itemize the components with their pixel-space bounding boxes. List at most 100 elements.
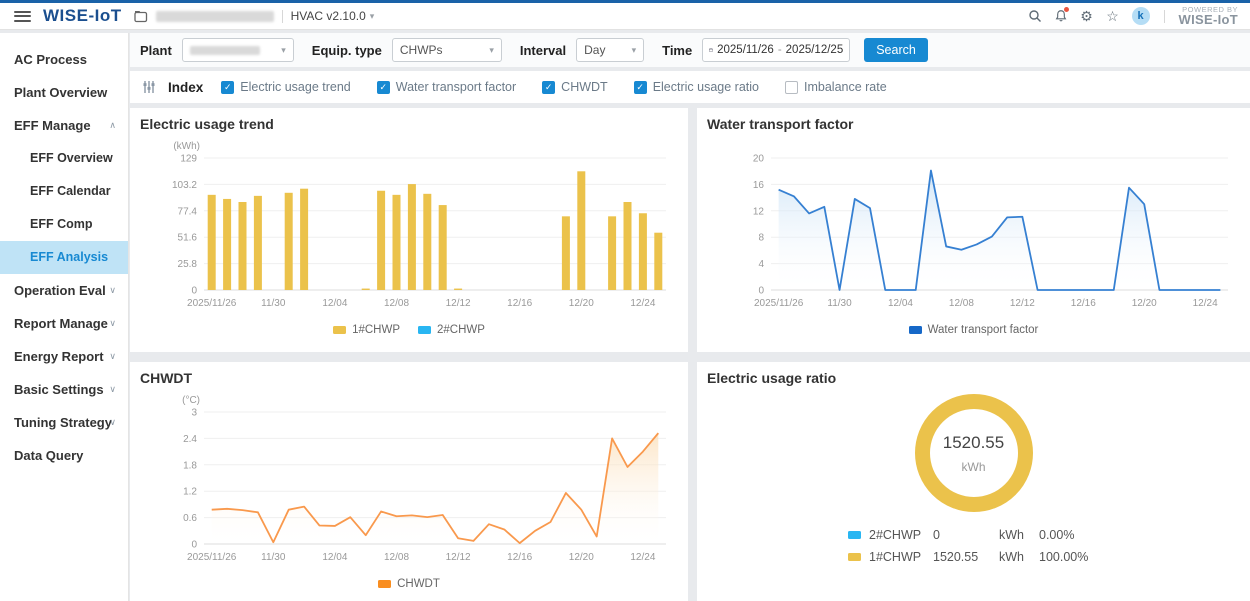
chevron-down-icon[interactable]: ▾ (370, 11, 375, 22)
main-content: Plant ▾ Equip. type CHWPs ▾ Interval Day… (130, 33, 1250, 601)
plant-select[interactable]: ▾ (182, 38, 294, 62)
svg-text:16: 16 (753, 180, 765, 191)
chwdt-panel: CHWDT 00.61.21.82.43(°C)2025/11/2611/301… (130, 362, 688, 601)
svg-text:2025/11/26: 2025/11/26 (187, 552, 237, 563)
equip-type-select[interactable]: CHWPs ▾ (392, 38, 502, 62)
search-icon[interactable] (1022, 9, 1048, 23)
chart-legend: Water transport factor (707, 320, 1240, 340)
svg-text:12/08: 12/08 (949, 298, 974, 309)
svg-text:3: 3 (191, 408, 197, 419)
svg-text:2025/11/26: 2025/11/26 (187, 298, 237, 309)
sidebar-item-plant-overview[interactable]: Plant Overview (0, 76, 128, 109)
sidebar-item-data-query[interactable]: Data Query (0, 439, 128, 472)
checkbox-imbalance-rate[interactable]: Imbalance rate (785, 80, 887, 94)
checkbox-icon: ✓ (542, 81, 555, 94)
date-range-separator: - (778, 44, 782, 56)
checkbox-icon: ✓ (634, 81, 647, 94)
favorite-star-icon[interactable]: ☆ (1100, 8, 1126, 25)
sidebar-item-eff-overview[interactable]: EFF Overview (0, 142, 128, 175)
svg-text:25.8: 25.8 (178, 259, 198, 270)
svg-text:129: 129 (180, 154, 197, 165)
sidebar-item-basic-settings[interactable]: Basic Settings∨ (0, 373, 128, 406)
chart-legend: CHWDT (140, 574, 678, 594)
electric-usage-trend-panel: Electric usage trend 025.851.677.4103.21… (130, 108, 688, 352)
svg-text:(kWh): (kWh) (173, 141, 200, 152)
svg-text:11/30: 11/30 (261, 552, 286, 563)
tenant-name-redacted (156, 11, 274, 22)
search-button[interactable]: Search (864, 38, 928, 62)
notification-bell-icon[interactable] (1048, 9, 1074, 23)
chart-panels: Electric usage trend 025.851.677.4103.21… (130, 108, 1250, 601)
svg-text:12/04: 12/04 (322, 298, 347, 309)
legend-water-transport-factor[interactable]: Water transport factor (909, 324, 1039, 336)
calendar-icon (709, 44, 713, 56)
plant-value-redacted (190, 46, 260, 55)
ratio-legend: 2#CHWP 0 kWh 0.00% 1#CHWP 1520.55 kWh 10… (848, 524, 1099, 568)
svg-text:1.8: 1.8 (183, 460, 197, 471)
sidebar-item-eff-comp[interactable]: EFF Comp (0, 208, 128, 241)
interval-value: Day (584, 43, 605, 57)
sidebar-item-eff-calendar[interactable]: EFF Calendar (0, 175, 128, 208)
svg-text:12/08: 12/08 (384, 298, 409, 309)
sidebar-item-eff-manage[interactable]: EFF Manage∧ (0, 109, 128, 142)
wise-iot-logo: WISE-IoT (43, 6, 122, 26)
checkbox-electric-usage-trend[interactable]: ✓Electric usage trend (221, 80, 350, 94)
water-transport-factor-chart: 0481216202025/11/2611/3012/0412/0812/121… (707, 134, 1240, 320)
date-range-input[interactable]: 2025/11/26 - 2025/12/25 (702, 38, 850, 62)
sidebar-item-eff-analysis[interactable]: EFF Analysis (0, 241, 128, 274)
svg-text:12/20: 12/20 (569, 298, 594, 309)
svg-text:51.6: 51.6 (178, 233, 198, 244)
legend-2chwp-row[interactable]: 2#CHWP 0 kWh 0.00% (848, 524, 1099, 546)
svg-text:12/24: 12/24 (630, 552, 655, 563)
time-label: Time (662, 43, 692, 58)
svg-text:2025/11/26: 2025/11/26 (754, 298, 804, 309)
chevron-down-icon: ▾ (489, 45, 494, 56)
legend-2chwp[interactable]: 2#CHWP (418, 324, 485, 336)
svg-text:12/08: 12/08 (384, 552, 409, 563)
checkbox-water-transport-factor[interactable]: ✓Water transport factor (377, 80, 516, 94)
sidebar-item-energy-report[interactable]: Energy Report∨ (0, 340, 128, 373)
legend-chwdt[interactable]: CHWDT (378, 578, 440, 590)
top-bar: WISE-IoT HVAC v2.10.0 ▾ ⚙ ☆ k POWERED BY… (0, 0, 1250, 30)
sidebar-item-tuning-strategy[interactable]: Tuning Strategy∨ (0, 406, 128, 439)
chevron-down-icon: ∨ (109, 373, 116, 406)
date-range-start: 2025/11/26 (717, 44, 774, 56)
svg-text:12: 12 (753, 206, 765, 217)
chart-title: Electric usage trend (140, 116, 678, 132)
svg-text:12/24: 12/24 (1193, 298, 1218, 309)
svg-text:8: 8 (758, 233, 764, 244)
svg-text:12/12: 12/12 (446, 298, 471, 309)
settings-gear-icon[interactable]: ⚙ (1074, 8, 1100, 25)
checkbox-icon: ✓ (221, 81, 234, 94)
index-toggle-bar: Index ✓Electric usage trend ✓Water trans… (130, 71, 1250, 103)
interval-label: Interval (520, 43, 566, 58)
svg-text:0: 0 (758, 286, 764, 297)
legend-1chwp-row[interactable]: 1#CHWP 1520.55 kWh 100.00% (848, 546, 1099, 568)
checkbox-electric-usage-ratio[interactable]: ✓Electric usage ratio (634, 80, 759, 94)
donut-total-unit: kWh (962, 460, 986, 474)
svg-text:12/24: 12/24 (630, 298, 655, 309)
sidebar-item-operation-eval[interactable]: Operation Eval∨ (0, 274, 128, 307)
electric-usage-trend-chart: 025.851.677.4103.2129(kWh)2025/11/2611/3… (140, 134, 678, 320)
chevron-down-icon: ▾ (281, 45, 286, 56)
hamburger-menu-icon[interactable] (14, 11, 31, 22)
sidebar-item-ac-process[interactable]: AC Process (0, 43, 128, 76)
checkbox-icon (785, 81, 798, 94)
chevron-down-icon: ∨ (109, 340, 116, 373)
svg-text:0.6: 0.6 (183, 513, 197, 524)
svg-text:103.2: 103.2 (172, 180, 197, 191)
user-avatar[interactable]: k (1132, 7, 1150, 25)
legend-1chwp[interactable]: 1#CHWP (333, 324, 400, 336)
app-title: HVAC v2.10.0 (291, 9, 366, 23)
date-range-end: 2025/12/25 (786, 44, 844, 56)
sidebar-item-report-manage[interactable]: Report Manage∨ (0, 307, 128, 340)
chwdt-chart: 00.61.21.82.43(°C)2025/11/2611/3012/0412… (140, 388, 678, 574)
svg-text:4: 4 (758, 259, 764, 270)
notification-badge (1064, 7, 1069, 12)
svg-text:12/04: 12/04 (322, 552, 347, 563)
workspace-icon[interactable] (134, 10, 148, 23)
interval-select[interactable]: Day ▾ (576, 38, 644, 62)
filter-bar: Plant ▾ Equip. type CHWPs ▾ Interval Day… (130, 33, 1250, 67)
checkbox-chwdt[interactable]: ✓CHWDT (542, 80, 608, 94)
svg-text:(°C): (°C) (182, 395, 200, 406)
